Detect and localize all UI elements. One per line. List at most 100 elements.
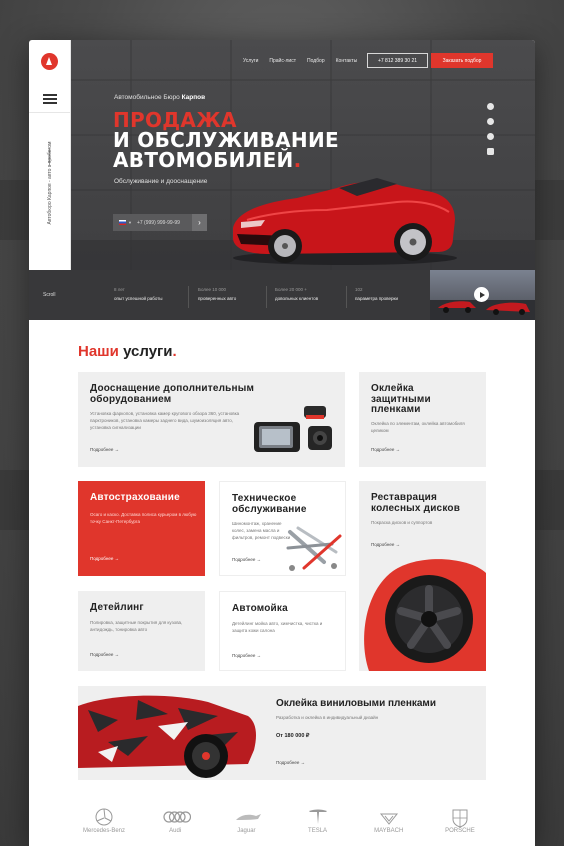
stat-number: 8 лет xyxy=(114,287,125,292)
service-card-detailing[interactable]: Детейлинг Полировка, защитные покрытия д… xyxy=(78,591,205,671)
landing-page: Автобюро Карпов - авто с пробегом Услуги… xyxy=(29,40,535,846)
submit-arrow-button[interactable]: › xyxy=(192,214,207,231)
price-label: От 180 000 ₽ xyxy=(276,733,310,739)
card-more-link[interactable]: Подробнее → xyxy=(90,447,119,452)
video-thumbnail[interactable] xyxy=(430,270,535,320)
youtube-icon[interactable] xyxy=(487,148,494,155)
card-title: Техническое обслуживание xyxy=(232,493,307,515)
divider xyxy=(188,286,189,308)
brand-audi[interactable]: Audi xyxy=(149,802,201,842)
divider xyxy=(346,286,347,308)
card-title: Реставрация колесных дисков xyxy=(371,492,461,514)
stat-number: Более 20 000 + xyxy=(275,287,307,292)
card-more-link[interactable]: Подробнее → xyxy=(90,556,119,561)
card-text: Покраска дисков и суппортов xyxy=(371,520,433,525)
hero-subtitle: Автомобильное Бюро Карпов xyxy=(114,94,205,101)
stat-label: проверенных авто xyxy=(198,296,237,301)
tesla-t-icon xyxy=(308,809,327,824)
divider xyxy=(29,112,71,113)
nav-selection[interactable]: Подбор xyxy=(307,58,325,64)
brand-label: Audi xyxy=(169,828,182,834)
service-card-protective-film[interactable]: Оклейка защитными пленками Оклейка по эл… xyxy=(359,372,486,467)
mercedes-logo-icon xyxy=(95,808,113,826)
brand-logos: Mercedes-Benz Audi Jaguar TESLA MAYBACH … xyxy=(78,802,486,842)
card-more-link[interactable]: Подробнее → xyxy=(371,542,400,547)
card-text: Разработка и оклейка в индивидуальный ди… xyxy=(276,715,379,720)
brand-label: MAYBACH xyxy=(374,828,404,834)
stat-number: 102 xyxy=(355,287,363,292)
brand-label: TESLA xyxy=(308,828,328,834)
brand-tesla[interactable]: TESLA xyxy=(292,802,344,842)
services-title-rest: услуги xyxy=(118,343,173,360)
top-nav: Услуги Прайс-лист Подбор Контакты xyxy=(243,58,368,64)
stat-label: довольных клиентов xyxy=(275,296,319,301)
service-card-equipment[interactable]: Дооснащение дополнительным оборудованием… xyxy=(78,372,345,467)
service-card-car-wash[interactable]: Автомойка Детейлинг мойка авто, химчистк… xyxy=(219,591,346,671)
jaguar-leaper-icon xyxy=(236,814,262,820)
card-more-link[interactable]: Подробнее → xyxy=(232,557,261,562)
card-title: Автомойка xyxy=(232,603,288,614)
card-title: Оклейка защитными пленками xyxy=(371,383,431,415)
card-more-link[interactable]: Подробнее → xyxy=(371,447,400,452)
stat-label: параметра проверки xyxy=(355,296,398,301)
card-text: Установка фаркопов, установка камер круг… xyxy=(90,411,240,430)
social-links xyxy=(485,103,497,163)
card-more-link[interactable]: Подробнее → xyxy=(232,653,261,658)
service-card-insurance[interactable]: Автострахование Осаго и каско. Доставка … xyxy=(78,481,205,576)
audi-rings-icon xyxy=(163,811,192,823)
hero-subtitle-prefix: Автомобильное Бюро xyxy=(114,94,180,101)
phone-button[interactable]: +7 812 389 30 21 xyxy=(367,53,428,68)
hero-title-line1: ПРОДАЖА xyxy=(113,108,237,132)
services-title-dot: . xyxy=(172,343,177,360)
phone-input-value: +7 (999) 999-99-99 xyxy=(136,219,180,226)
nav-services[interactable]: Услуги xyxy=(243,58,258,64)
brand-porsche[interactable]: PORSCHE xyxy=(434,802,486,842)
wrapped-sports-car-image xyxy=(78,695,256,778)
nav-pricelist[interactable]: Прайс-лист xyxy=(269,58,296,64)
play-icon[interactable] xyxy=(474,287,489,302)
dashcam-gadgets-image xyxy=(254,406,332,452)
stat-label: опыт успешной работы xyxy=(114,296,163,301)
whatsapp-icon[interactable] xyxy=(487,103,494,110)
brand-maybach[interactable]: MAYBACH xyxy=(363,802,415,842)
brand-label: Mercedes-Benz xyxy=(82,828,126,834)
russia-flag-icon xyxy=(119,220,126,225)
stat-item: Более 10 000 проверенных авто xyxy=(198,287,268,301)
scroll-label[interactable]: Scroll xyxy=(43,292,56,298)
card-text: Детейлинг мойка авто, химчистка, чистка … xyxy=(232,621,323,633)
telegram-icon[interactable] xyxy=(487,118,494,125)
chevron-down-icon[interactable]: ▼ xyxy=(128,220,132,225)
service-card-wheel-restoration[interactable]: Реставрация колесных дисков Покраска дис… xyxy=(359,481,486,671)
stat-number: Более 10 000 xyxy=(198,287,227,292)
nav-contacts[interactable]: Контакты xyxy=(336,58,358,64)
logo-icon[interactable] xyxy=(41,53,58,70)
card-text: Оклейка по элементам, оклейка автомобиля… xyxy=(371,421,465,433)
instagram-icon[interactable] xyxy=(487,133,494,140)
card-more-link[interactable]: Подробнее → xyxy=(90,652,119,657)
card-title: Детейлинг xyxy=(90,602,144,613)
order-selection-button[interactable]: Заказать подбор xyxy=(431,53,493,68)
hero-title-line2: И ОБСЛУЖИВАНИЕ xyxy=(113,128,339,152)
porsche-crest-icon xyxy=(452,809,468,828)
menu-icon[interactable] xyxy=(43,94,57,106)
card-title: Оклейка виниловыми пленками xyxy=(276,698,436,709)
brand-label: Jaguar xyxy=(237,828,256,834)
card-text: Осаго и каско. Доставка полиса курьером … xyxy=(90,512,197,524)
services-title: Наши услуги. xyxy=(78,343,177,360)
maybach-logo-icon xyxy=(379,813,398,825)
stat-item: 8 лет опыт успешной работы xyxy=(114,287,184,301)
services-title-accent: Наши xyxy=(78,343,119,360)
card-more-link[interactable]: Подробнее → xyxy=(276,760,305,765)
service-card-vinyl-wrap[interactable]: Оклейка виниловыми пленками Разработка и… xyxy=(78,686,486,780)
brand-label: PORSCHE xyxy=(445,828,475,834)
rail-caption: Автобюро Карпов - авто с пробегом xyxy=(47,141,53,225)
card-title: Автострахование xyxy=(90,492,180,503)
brand-jaguar[interactable]: Jaguar xyxy=(220,802,272,842)
divider xyxy=(266,286,267,308)
red-convertible-car-image xyxy=(233,178,457,265)
brand-mercedes[interactable]: Mercedes-Benz xyxy=(78,802,130,842)
wheel-rim-image xyxy=(364,559,486,671)
hero-subtitle-brand: Карпов xyxy=(181,94,206,101)
service-card-maintenance[interactable]: Техническое обслуживание Шиномонтаж, хра… xyxy=(219,481,346,576)
left-rail: Автобюро Карпов - авто с пробегом xyxy=(29,40,71,270)
